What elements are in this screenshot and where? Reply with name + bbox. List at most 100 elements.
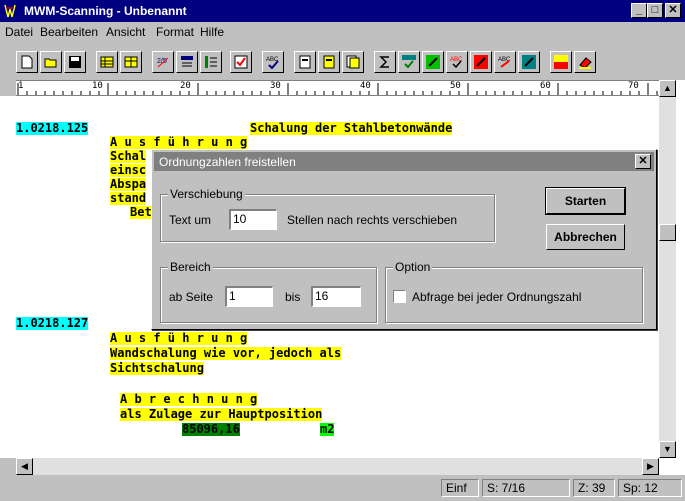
eraser-button[interactable] bbox=[574, 51, 596, 73]
ordinal-numbers-dialog: Ordnungzahlen freistellen ✕ Verschiebung… bbox=[151, 149, 657, 330]
ktz-button[interactable] bbox=[550, 51, 572, 73]
new-document-button[interactable] bbox=[16, 51, 38, 73]
page-stack-icon bbox=[346, 55, 360, 69]
text-line: Sichtschalung bbox=[110, 361, 204, 375]
number-format-icon bbox=[181, 56, 193, 67]
window-title: MWM-Scanning - Unbenannt bbox=[24, 4, 187, 18]
start-button[interactable]: Starten bbox=[545, 187, 626, 215]
sum-symbol-icon bbox=[379, 56, 389, 68]
list-format-icon bbox=[205, 56, 217, 68]
shift-suffix-label: Stellen nach rechts verschieben bbox=[287, 213, 458, 227]
text-fragment: einsc bbox=[110, 163, 147, 177]
scroll-up-button[interactable]: ▲ bbox=[659, 80, 676, 97]
text-fragment: stand bbox=[110, 191, 147, 205]
ruler-label: 70 bbox=[628, 81, 639, 91]
table-edit-icon bbox=[124, 56, 138, 68]
page-yellow-icon bbox=[323, 55, 335, 69]
sum-button[interactable] bbox=[374, 51, 396, 73]
scroll-right-button[interactable]: ▶ bbox=[642, 458, 659, 475]
status-bar: Einf S: 7/16 Z: 39 Sp: 12 bbox=[0, 475, 685, 501]
scroll-left-button[interactable]: ◀ bbox=[16, 458, 33, 475]
maximize-button[interactable]: □ bbox=[647, 3, 663, 18]
ruler-label: 50 bbox=[450, 81, 461, 91]
mark-red-button[interactable] bbox=[470, 51, 492, 73]
text-fragment: Abspa bbox=[110, 177, 147, 191]
arrow-down-icon: ▼ bbox=[663, 444, 672, 454]
checklist-button[interactable] bbox=[230, 51, 252, 73]
menu-datei[interactable]: Datei bbox=[5, 25, 33, 39]
scroll-down-button[interactable]: ▼ bbox=[659, 441, 676, 458]
table-edit-button[interactable] bbox=[120, 51, 142, 73]
position-title: Schalung der Stahlbetonwände bbox=[250, 121, 453, 135]
page-view-1-button[interactable] bbox=[294, 51, 316, 73]
ruler-label: 1 bbox=[18, 81, 24, 91]
page-view-icon bbox=[299, 55, 311, 69]
menu-ansicht[interactable]: Ansicht bbox=[106, 25, 145, 39]
quantity-value: 85096,16 bbox=[182, 422, 240, 436]
dialog-close-button[interactable]: ✕ bbox=[635, 154, 651, 169]
title-bar: MWM-Scanning - Unbenannt _ □ ✕ bbox=[0, 0, 685, 22]
position-number: 1.0218.125 bbox=[16, 121, 89, 135]
section-heading: A u s f ü h r u n g bbox=[110, 331, 248, 345]
list-format-button[interactable] bbox=[200, 51, 222, 73]
close-button[interactable]: ✕ bbox=[665, 3, 681, 18]
pen-blue-icon bbox=[522, 55, 536, 69]
ruler-ticks bbox=[17, 83, 658, 95]
ktz-icon bbox=[554, 55, 568, 69]
spell-check-button[interactable]: ABC bbox=[262, 51, 284, 73]
spell-check-icon: ABC bbox=[266, 57, 279, 69]
mark-green-button[interactable] bbox=[422, 51, 444, 73]
arrow-right-icon: ▶ bbox=[647, 461, 654, 471]
range-from-input[interactable]: 1 bbox=[225, 286, 273, 307]
shift-group: Verschiebung Text um 10 Stellen nach rec… bbox=[160, 187, 495, 242]
close-icon: ✕ bbox=[638, 155, 648, 167]
status-mode: Einf bbox=[441, 479, 479, 497]
text-line: Wandschalung wie vor, jedoch als bbox=[110, 346, 342, 360]
text-fragment: Bet bbox=[130, 205, 152, 219]
page-view-2-button[interactable] bbox=[318, 51, 340, 73]
menu-hilfe[interactable]: Hilfe bbox=[200, 25, 224, 39]
open-button[interactable] bbox=[40, 51, 62, 73]
range-group: Bereich ab Seite 1 bis 16 bbox=[160, 260, 377, 323]
dialog-title: Ordnungzahlen freistellen bbox=[159, 155, 296, 169]
minimize-button[interactable]: _ bbox=[631, 3, 647, 18]
shift-prefix-label: Text um bbox=[169, 213, 212, 227]
section-heading: A b r e c h n u n g bbox=[120, 392, 258, 406]
menu-format[interactable]: Format bbox=[156, 25, 194, 39]
vertical-scrollbar[interactable]: ▲ ▼ bbox=[659, 80, 676, 458]
menu-bar: Datei Bearbeiten Ansicht Format Hilfe bbox=[0, 22, 685, 42]
option-checkbox[interactable] bbox=[393, 290, 406, 303]
scroll-corner bbox=[0, 458, 16, 475]
cancel-button[interactable]: Abbrechen bbox=[546, 224, 625, 250]
menu-bearbeiten[interactable]: Bearbeiten bbox=[40, 25, 98, 39]
number-format-button[interactable] bbox=[176, 51, 198, 73]
range-to-input[interactable]: 16 bbox=[311, 286, 361, 307]
ruler-label: 40 bbox=[360, 81, 371, 91]
app-icon bbox=[4, 3, 16, 19]
option-group-label: Option bbox=[393, 260, 433, 274]
page-view-3-button[interactable] bbox=[342, 51, 364, 73]
abc-mark-button[interactable]: ABC bbox=[494, 51, 516, 73]
status-line: Z: 39 bbox=[573, 479, 615, 497]
ruler-label: 30 bbox=[270, 81, 281, 91]
option-checkbox-label[interactable]: Abfrage bei jeder Ordnungszahl bbox=[412, 290, 581, 304]
toolbar: 2/5 ABC ABC ABC bbox=[0, 42, 685, 80]
range-to-label: bis bbox=[285, 290, 301, 304]
table-insert-button[interactable] bbox=[96, 51, 118, 73]
abc-check-button[interactable]: ABC bbox=[446, 51, 468, 73]
shift-amount-input[interactable]: 10 bbox=[229, 209, 277, 230]
mark-blue-button[interactable] bbox=[518, 51, 540, 73]
horizontal-scrollbar[interactable]: ◀ ▶ bbox=[16, 458, 659, 475]
ruler-corner bbox=[0, 80, 16, 96]
vertical-scroll-thumb[interactable] bbox=[659, 224, 676, 241]
text-line: als Zulage zur Hauptposition bbox=[120, 407, 323, 421]
ruler-label: 60 bbox=[540, 81, 551, 91]
eraser-icon bbox=[579, 57, 592, 69]
save-button[interactable] bbox=[64, 51, 86, 73]
number-check-button[interactable] bbox=[398, 51, 420, 73]
status-column: Sp: 12 bbox=[618, 479, 682, 497]
open-folder-icon bbox=[44, 58, 57, 68]
pen-red-icon bbox=[474, 55, 488, 69]
abc-mark-icon: ABC bbox=[498, 57, 511, 68]
ordinal-numbers-button[interactable]: 2/5 bbox=[152, 51, 174, 73]
